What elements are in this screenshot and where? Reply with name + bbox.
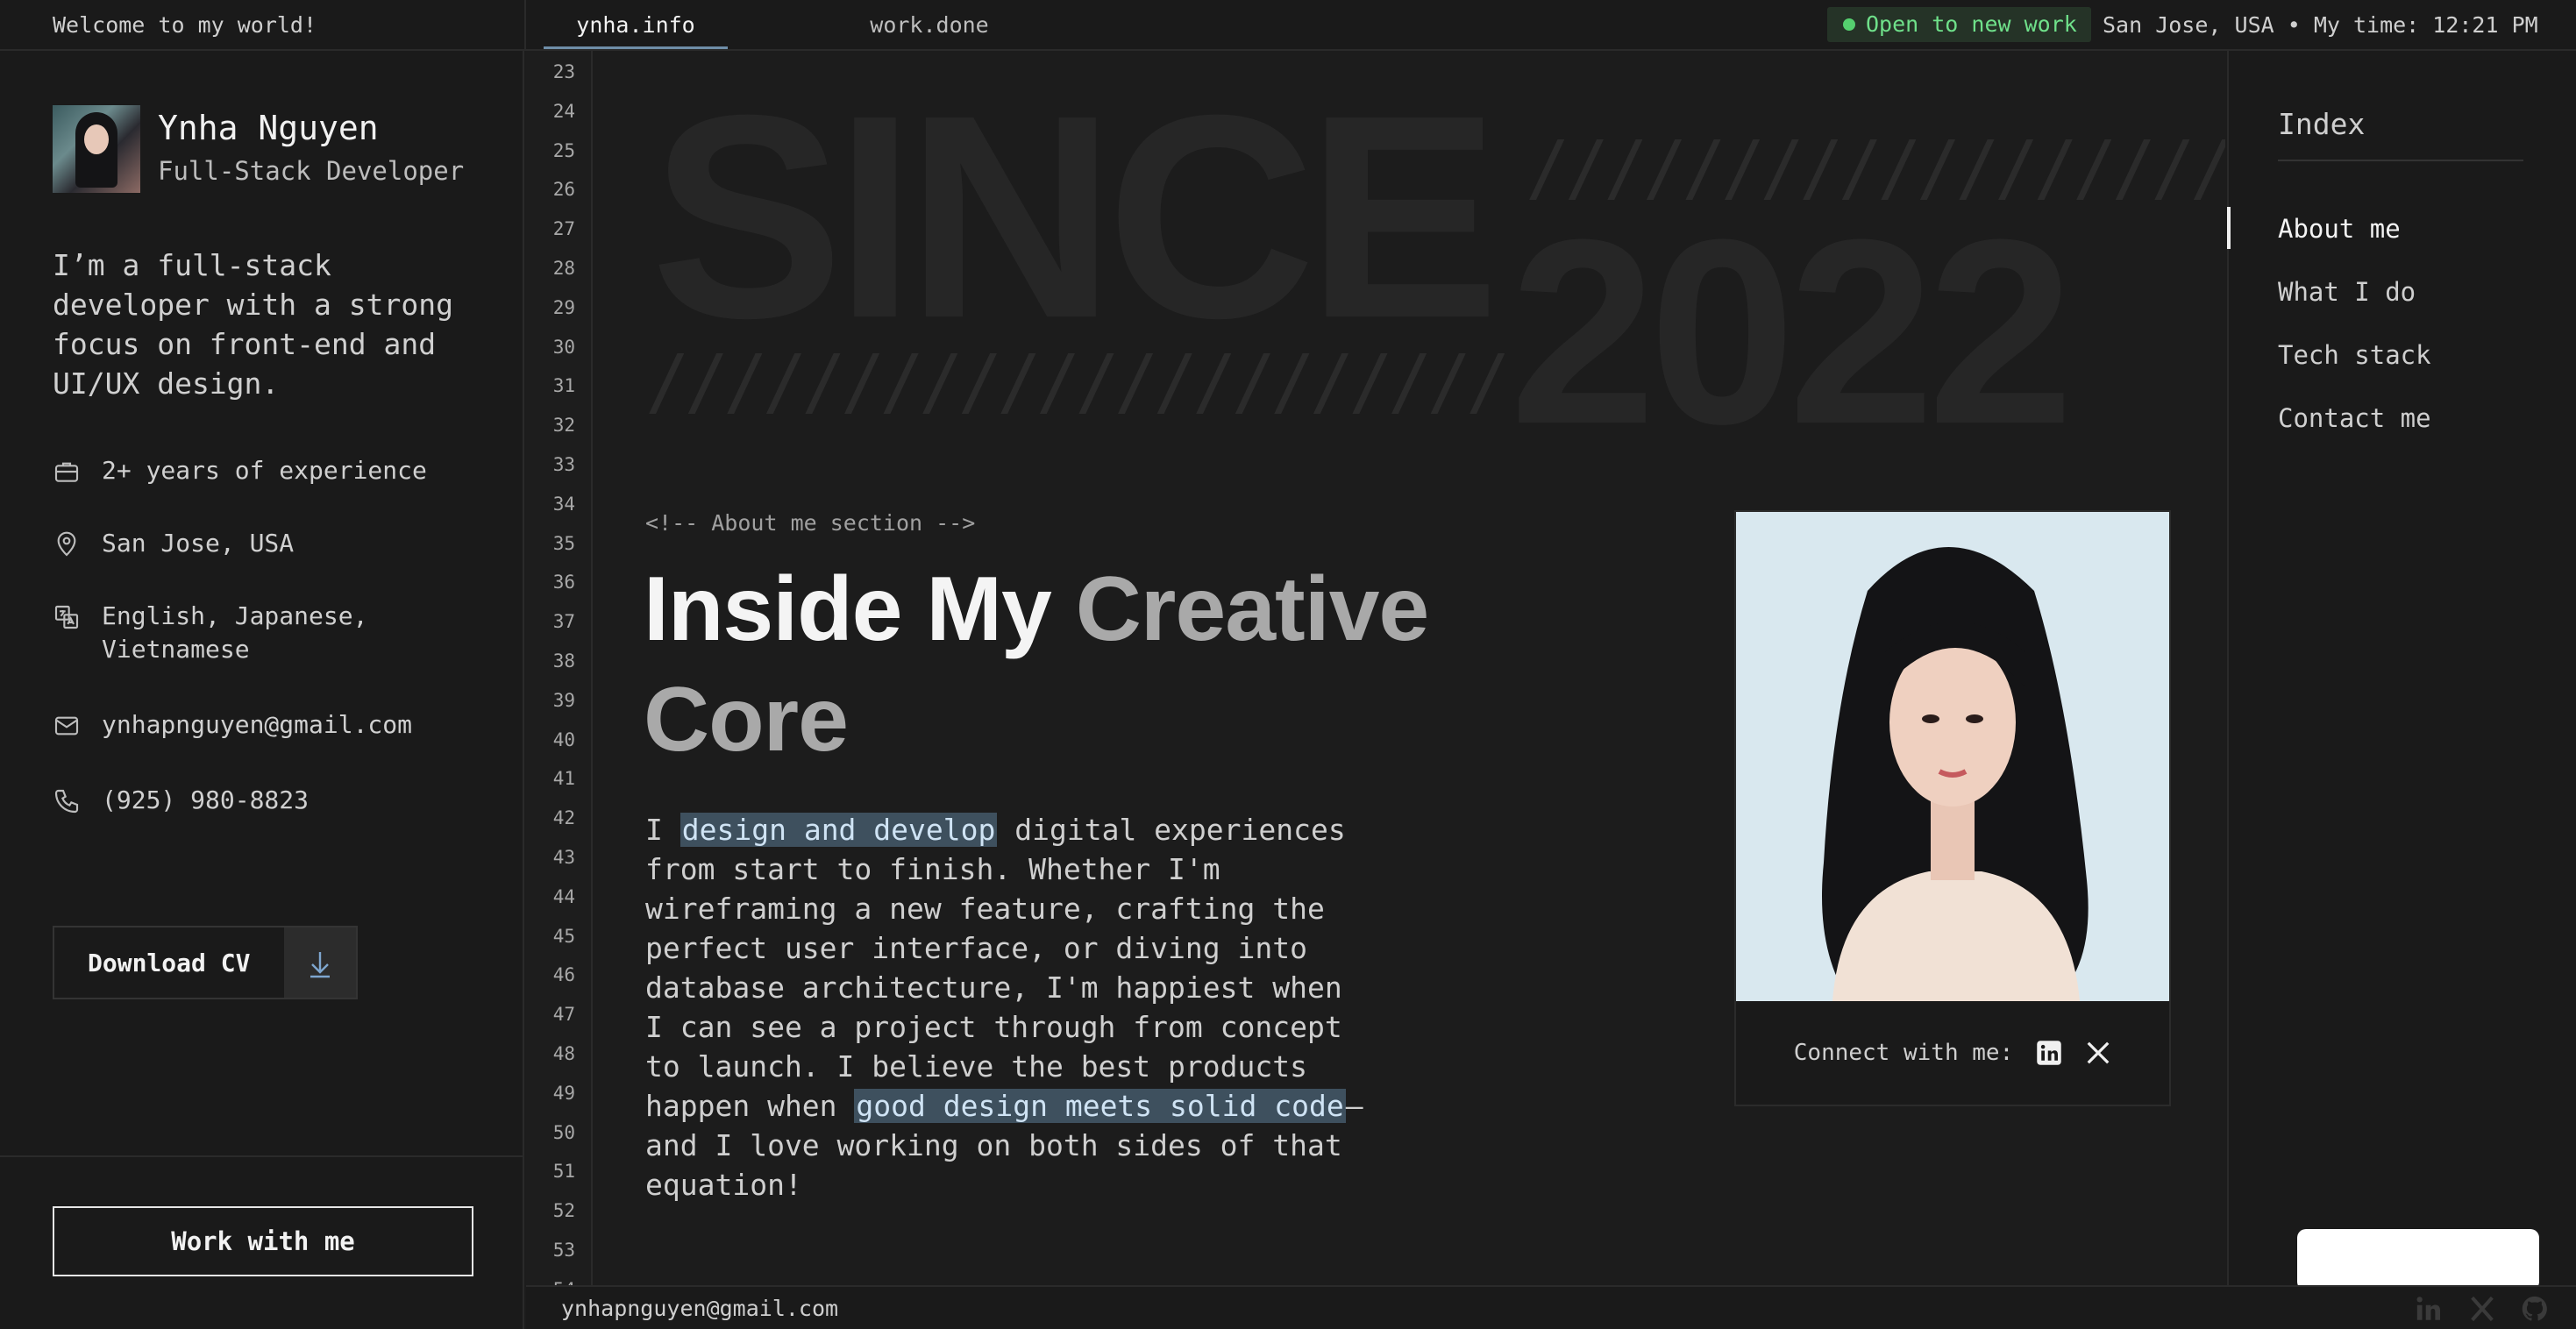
line-number: 28 (552, 258, 575, 279)
divider (524, 0, 526, 51)
download-icon[interactable] (284, 927, 356, 998)
index-item-about-me[interactable]: About me (2278, 214, 2401, 244)
line-number: 50 (552, 1121, 575, 1143)
bottom-bar: ynhapnguyen@gmail.com (526, 1285, 2576, 1329)
welcome-text: Welcome to my world! (53, 12, 317, 38)
line-number: 53 (552, 1240, 575, 1261)
index-item-what-i-do[interactable]: What I do (2278, 277, 2416, 307)
line-number: 49 (552, 1082, 575, 1104)
slash-decoration-bottom: ////////////////////// (645, 338, 1511, 424)
divider (2278, 160, 2523, 161)
avatar (53, 105, 140, 193)
line-number: 48 (552, 1043, 575, 1064)
connect-label: Connect with me: (1793, 1040, 2014, 1066)
languages-row: English, Japanese, Vietnamese (53, 600, 487, 666)
location-row: San Jose, USA (53, 527, 487, 560)
divider (0, 1155, 524, 1157)
line-number: 39 (552, 689, 575, 711)
index-panel: Index About me What I do Tech stack Cont… (2227, 51, 2576, 1285)
translate-icon (54, 605, 79, 629)
line-number: 30 (552, 336, 575, 358)
email-link[interactable]: ynhapnguyen@gmail.com (102, 708, 487, 742)
github-icon[interactable] (2520, 1294, 2550, 1324)
highlight-good-design: good design meets solid code (854, 1089, 1346, 1123)
line-number: 32 (552, 415, 575, 437)
download-cv-label: Download CV (88, 949, 251, 977)
experience-row: 2+ years of experience (53, 454, 487, 487)
line-number: 25 (552, 139, 575, 161)
highlight-design-develop: design and develop (680, 813, 998, 847)
para-text: digital experiences from start to finish… (645, 813, 1346, 1123)
line-number: 38 (552, 650, 575, 672)
profile-role: Full-Stack Developer (158, 156, 465, 186)
experience-text: 2+ years of experience (102, 456, 427, 485)
line-number: 34 (552, 493, 575, 515)
profile-photo-card: Connect with me: (1734, 510, 2171, 1106)
section-comment: <!-- About me section --> (645, 510, 976, 536)
line-number: 40 (552, 728, 575, 750)
top-bar: Welcome to my world! ynha.info work.done… (0, 0, 2576, 51)
year-background-text: 2022 (1510, 184, 2074, 479)
x-twitter-icon[interactable] (2085, 1040, 2111, 1066)
location-pin-icon (57, 531, 76, 557)
profile-photo (1736, 512, 2169, 1001)
status-dot-icon (1843, 18, 1855, 31)
connect-row: Connect with me: (1736, 1001, 2169, 1105)
line-number: 27 (552, 218, 575, 240)
line-number: 52 (552, 1200, 575, 1222)
index-item-tech-stack[interactable]: Tech stack (2278, 340, 2431, 370)
line-number: 43 (552, 847, 575, 868)
line-number: 29 (552, 296, 575, 318)
footer-social (2415, 1294, 2550, 1324)
line-number: 33 (552, 454, 575, 475)
since-background-text: SINCE (651, 54, 1500, 378)
index-item-contact-me[interactable]: Contact me (2278, 403, 2431, 433)
linkedin-icon[interactable] (2036, 1040, 2062, 1066)
para-text: I (645, 813, 680, 847)
linkedin-icon[interactable] (2415, 1294, 2444, 1324)
open-to-work-badge: Open to new work (1827, 7, 2091, 42)
active-indicator (2227, 207, 2231, 249)
x-twitter-icon[interactable] (2467, 1294, 2497, 1324)
line-number: 45 (552, 925, 575, 947)
line-number: 42 (552, 807, 575, 829)
profile-sidebar: Ynha Nguyen Full-Stack Developer I’m a f… (0, 51, 524, 1329)
location-text: San Jose, USA (102, 529, 295, 558)
line-number: 35 (552, 532, 575, 554)
line-number: 51 (552, 1161, 575, 1183)
heading-bold: Inside My (644, 558, 1076, 660)
profile-name: Ynha Nguyen (158, 109, 379, 147)
location-time: San Jose, USA • My time: 12:21 PM (2103, 12, 2538, 38)
briefcase-icon (54, 462, 79, 482)
line-number: 41 (552, 768, 575, 790)
line-number: 37 (552, 611, 575, 633)
tab-work-done[interactable]: work.done (842, 0, 1017, 49)
about-heading: Inside My Creative Core (644, 554, 1608, 775)
tab-ynha-info[interactable]: ynha.info (544, 0, 728, 49)
phone-link[interactable]: (925) 980-8823 (102, 784, 487, 817)
line-number: 36 (552, 572, 575, 593)
phone-icon (54, 789, 79, 814)
profile-bio: I’m a full-stack developer with a strong… (53, 248, 453, 401)
line-number: 44 (552, 885, 575, 907)
index-title: Index (2278, 107, 2366, 141)
line-number: 23 (552, 61, 575, 82)
line-number: 31 (552, 375, 575, 397)
line-number: 46 (552, 964, 575, 986)
status-text: Open to new work (1866, 11, 2077, 37)
line-number: 47 (552, 1004, 575, 1026)
footer-email[interactable]: ynhapnguyen@gmail.com (561, 1287, 838, 1329)
main-content: SINCE ////////////////// 2022 //////////… (594, 51, 2225, 1285)
line-number: 24 (552, 100, 575, 122)
chat-widget[interactable] (2297, 1229, 2539, 1290)
email-row[interactable]: ynhapnguyen@gmail.com (53, 708, 487, 742)
line-number: 26 (552, 179, 575, 201)
about-paragraph: I design and develop digital experiences… (645, 810, 1364, 1205)
phone-row[interactable]: (925) 980-8823 (53, 784, 487, 817)
line-number-gutter: 23 24 25 26 27 28 29 30 31 32 33 34 35 36 37 38 39 40 41 42… (526, 51, 593, 1300)
download-cv-button[interactable]: Download CV (53, 926, 358, 999)
work-with-me-button[interactable]: Work with me (53, 1206, 473, 1276)
mail-icon (54, 716, 79, 736)
languages-text: English, Japanese, Vietnamese (102, 601, 368, 664)
